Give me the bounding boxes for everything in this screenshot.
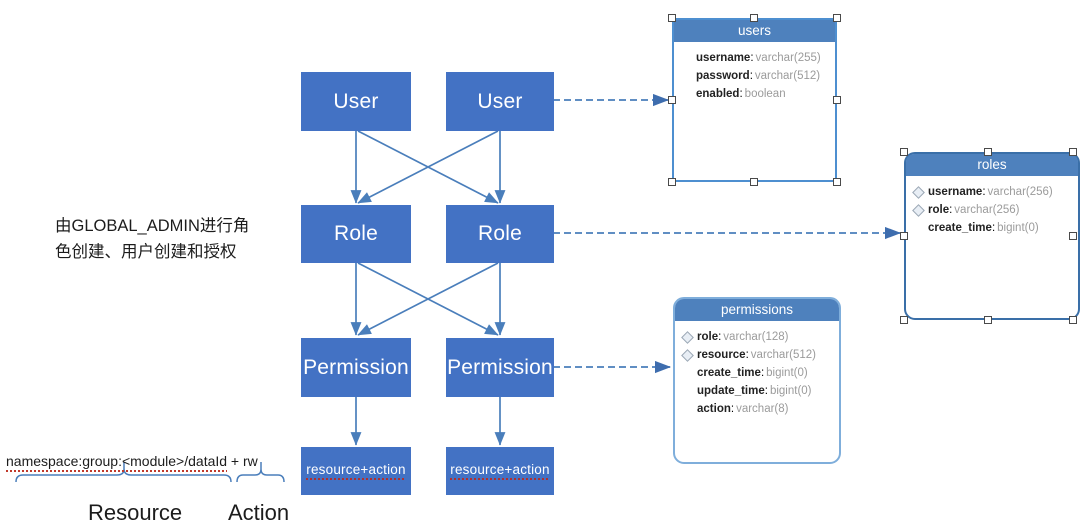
er-table-title: permissions (675, 299, 839, 321)
er-field-type: bigint(0) (997, 222, 1039, 234)
resize-handle-sw[interactable] (668, 178, 676, 186)
resize-handle-se[interactable] (1069, 316, 1077, 324)
flow-box-label: User (333, 89, 379, 113)
er-field-type: boolean (744, 88, 786, 100)
key-diamond-icon (681, 348, 694, 362)
key-diamond-icon (680, 88, 693, 101)
permission-spec-action-part: + rw (227, 453, 258, 469)
resize-handle-nw[interactable] (900, 148, 908, 156)
resize-handle-n[interactable] (750, 14, 758, 22)
resize-handle-w[interactable] (900, 232, 908, 240)
er-field-type: varchar(256) (954, 204, 1020, 216)
chinese-annotation: 由GLOBAL_ADMIN进行角 色创建、用户创建和授权 (55, 217, 250, 261)
er-field-row: role: varchar(128) (675, 328, 839, 346)
flow-box-label: Permission (303, 355, 409, 379)
resize-handle-ne[interactable] (1069, 148, 1077, 156)
key-diamond-icon (680, 70, 693, 83)
er-field-type: bigint(0) (769, 385, 812, 397)
flow-box-role-right[interactable]: Role (446, 205, 554, 263)
flow-box-resource-action-right[interactable]: resource+action (446, 447, 554, 495)
flow-box-user-left[interactable]: User (301, 72, 411, 131)
er-field-row: username: varchar(256) (906, 183, 1078, 201)
key-diamond-icon (680, 52, 693, 65)
flow-box-label: Role (478, 222, 522, 245)
er-table-permissions[interactable]: permissions role: varchar(128) resource:… (673, 297, 841, 464)
er-field-name: update_time (697, 385, 765, 397)
er-table-title: users (674, 20, 835, 42)
key-diamond-icon (681, 385, 694, 398)
brace-label-action: Action (228, 500, 290, 525)
er-field-row: update_time: bigint(0) (675, 382, 839, 400)
resize-handle-e[interactable] (833, 96, 841, 104)
er-table-users[interactable]: users username: varchar(255) password: v… (672, 18, 837, 182)
er-table-roles[interactable]: roles username: varchar(256) role: varch… (904, 152, 1080, 320)
er-field-row: resource: varchar(512) (675, 346, 839, 364)
er-field-row: create_time: bigint(0) (675, 364, 839, 382)
diagram-canvas: User Role Permission resource+action Use… (0, 0, 1080, 531)
resize-handle-ne[interactable] (833, 14, 841, 22)
er-field-row: enabled: boolean (674, 85, 835, 103)
er-field-row: role: varchar(256) (906, 201, 1078, 219)
er-table-fields: username: varchar(256) role: varchar(256… (906, 176, 1078, 237)
er-field-name: password (696, 70, 750, 82)
er-field-row: action: varchar(8) (675, 400, 839, 418)
er-field-type: varchar(256) (987, 186, 1053, 198)
er-field-name: role (697, 331, 719, 343)
er-field-name: create_time (697, 367, 761, 379)
resize-handle-nw[interactable] (668, 14, 676, 22)
er-field-type: varchar(255) (755, 52, 821, 64)
flow-box-label: resource+action (450, 462, 550, 480)
flow-box-label: User (477, 89, 523, 113)
er-field-row: username: varchar(255) (674, 49, 835, 67)
flow-box-permission-right[interactable]: Permission (446, 338, 554, 397)
permission-spec-resource-part: namespace:group:<module>/dataId (6, 453, 228, 472)
resize-handle-s[interactable] (750, 178, 758, 186)
er-table-fields: username: varchar(255) password: varchar… (674, 42, 835, 103)
key-diamond-icon (681, 330, 694, 344)
flow-box-permission-left[interactable]: Permission (301, 338, 411, 397)
er-field-type: bigint(0) (766, 367, 808, 379)
flow-box-resource-action-left[interactable]: resource+action (301, 447, 411, 495)
er-field-type: varchar(128) (723, 331, 789, 343)
er-field-name: username (696, 52, 751, 64)
er-field-name: create_time (928, 222, 992, 234)
resize-handle-s[interactable] (984, 316, 992, 324)
flow-box-role-left[interactable]: Role (301, 205, 411, 263)
flow-box-label: Permission (447, 355, 553, 379)
resize-handle-w[interactable] (668, 96, 676, 104)
key-diamond-icon (912, 222, 925, 235)
resize-handle-n[interactable] (984, 148, 992, 156)
er-field-type: varchar(8) (736, 403, 789, 415)
er-field-name: enabled (696, 88, 740, 100)
brace-label-resource: Resource (88, 500, 183, 525)
er-field-name: action (697, 403, 731, 415)
er-field-name: username (928, 186, 983, 198)
resize-handle-sw[interactable] (900, 316, 908, 324)
er-field-name: resource (697, 349, 746, 361)
resize-handle-e[interactable] (1069, 232, 1077, 240)
er-table-title: roles (906, 154, 1078, 176)
key-diamond-icon (912, 185, 925, 199)
flow-box-label: Role (334, 222, 378, 245)
resize-handle-se[interactable] (833, 178, 841, 186)
er-field-type: varchar(512) (754, 70, 821, 82)
er-field-name: role (928, 204, 950, 216)
er-field-row: password: varchar(512) (674, 67, 835, 85)
er-field-type: varchar(512) (750, 349, 816, 361)
key-diamond-icon (912, 203, 925, 217)
er-field-row: create_time: bigint(0) (906, 219, 1078, 237)
key-diamond-icon (681, 367, 694, 380)
er-table-fields: role: varchar(128) resource: varchar(512… (675, 321, 839, 418)
flow-box-label: resource+action (306, 462, 406, 480)
key-diamond-icon (681, 403, 694, 416)
permission-spec-text: namespace:group:<module>/dataId + rw (6, 453, 258, 472)
flow-box-user-right[interactable]: User (446, 72, 554, 131)
